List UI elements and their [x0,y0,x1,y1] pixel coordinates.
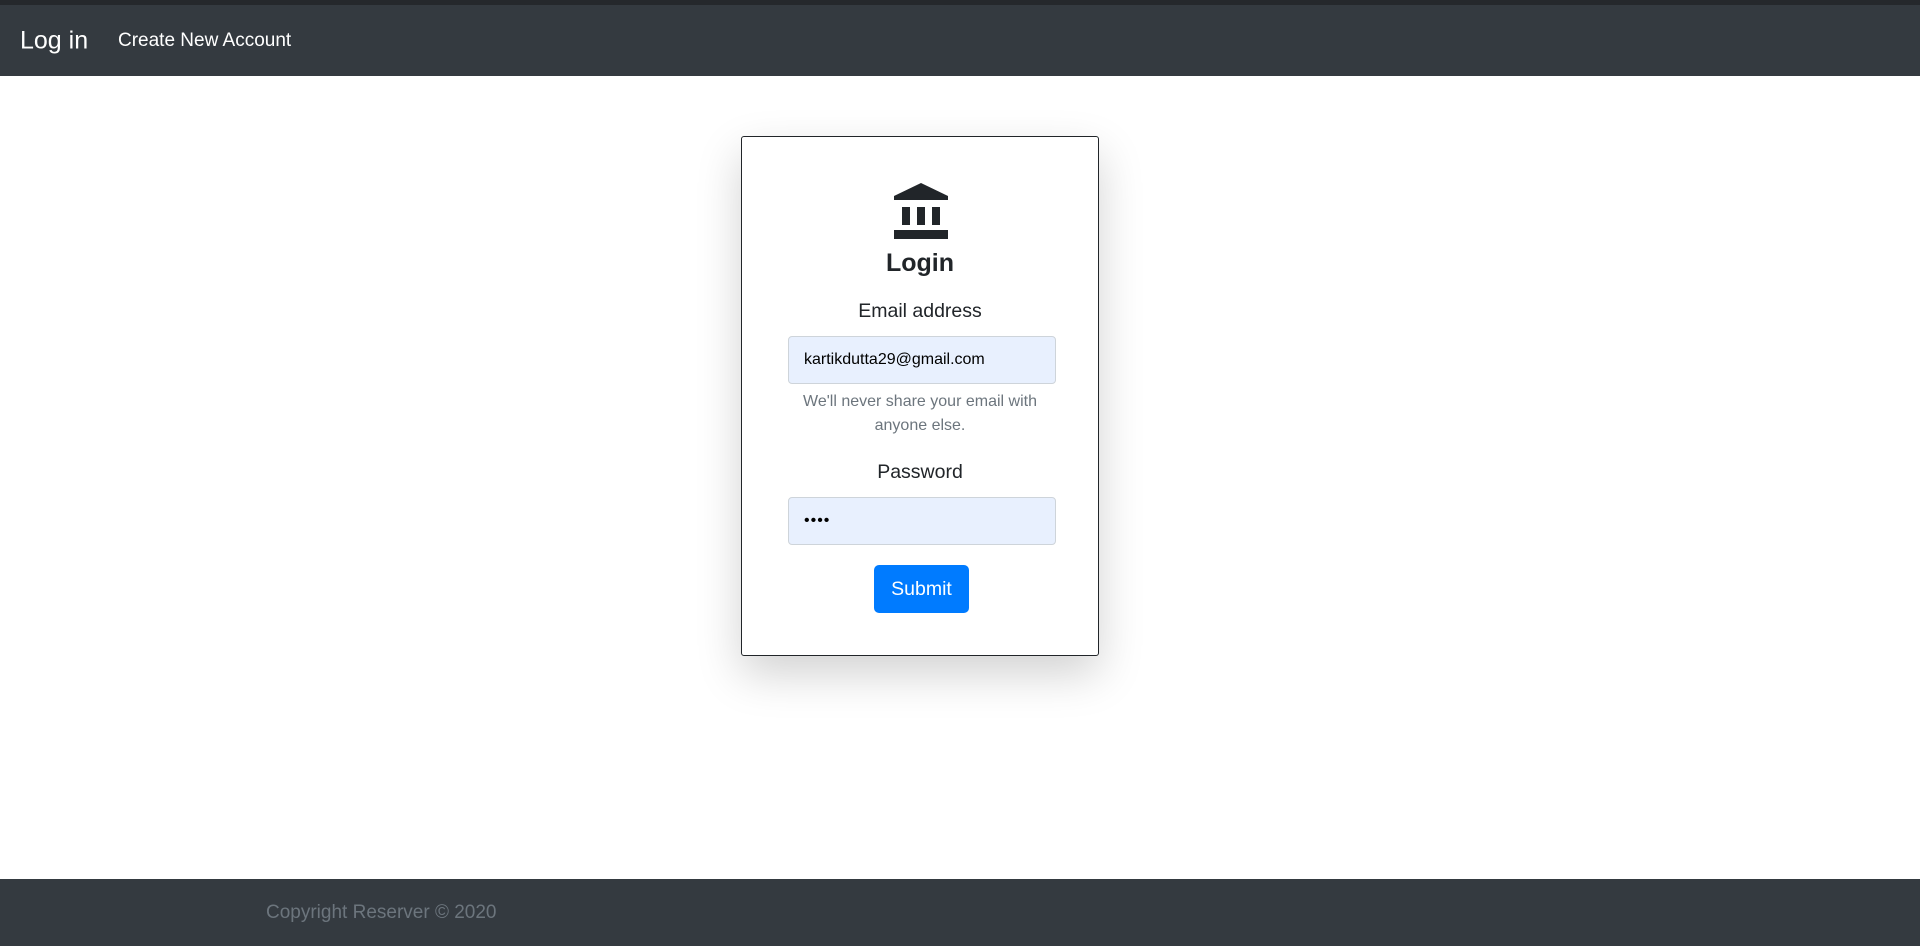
email-field[interactable] [788,336,1056,384]
email-help-text: We'll never share your email with anyone… [803,393,1037,434]
submit-button[interactable]: Submit [874,565,969,613]
login-card: Login Email address We'll never share yo… [741,136,1099,656]
footer: Copyright Reserver © 2020 [0,879,1920,946]
password-field[interactable] [788,497,1056,545]
copyright-text: Copyright Reserver © 2020 [266,901,497,923]
password-label: Password [877,461,963,483]
create-account-link[interactable]: Create New Account [118,30,291,52]
login-title: Login [885,249,955,277]
navbar-brand-login[interactable]: Log in [20,26,88,55]
email-label: Email address [858,300,982,322]
bank-icon [894,183,948,239]
navbar: Log in Create New Account [0,5,1920,76]
